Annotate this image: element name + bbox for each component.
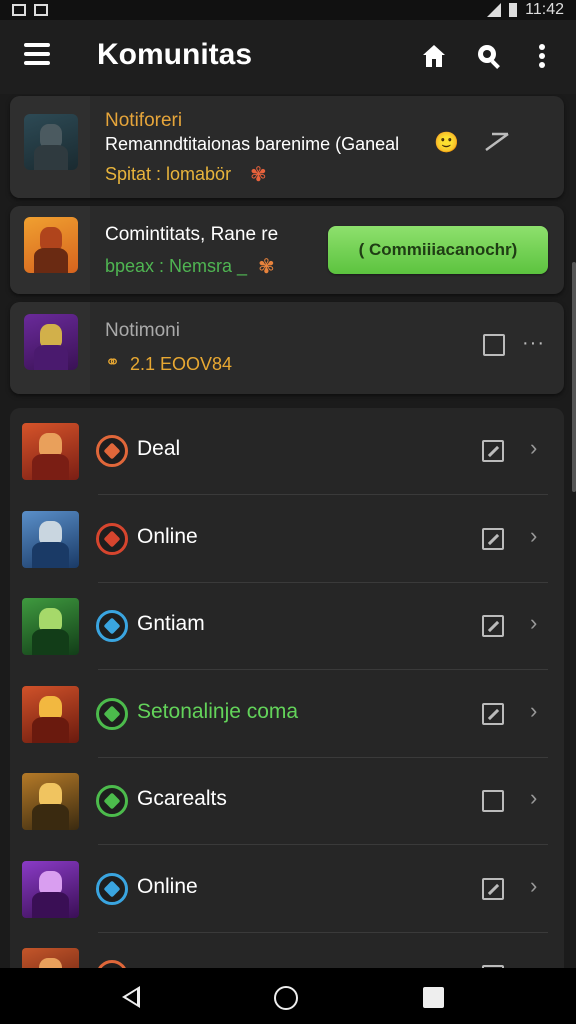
join-community-button[interactable]: ( Commiiiacanochr) <box>328 226 548 274</box>
signal-icon <box>487 3 502 17</box>
edit-checkbox[interactable] <box>482 877 504 900</box>
card-description: Remanndtitaionas barenime (Ganeal <box>105 134 400 154</box>
game-badge-icon <box>96 522 128 555</box>
page-title: Komunitas <box>97 38 253 71</box>
home-button[interactable] <box>274 986 298 1010</box>
list-item[interactable]: Online › <box>10 496 564 583</box>
edit-checkbox[interactable] <box>482 615 504 637</box>
game-thumbnail <box>24 314 78 370</box>
list-item[interactable]: Deal › <box>10 408 564 495</box>
game-thumbnail <box>22 598 79 655</box>
expand-icon[interactable] <box>482 130 512 159</box>
game-list: Deal › Online › Gntiam › Setonalinje coma › Gcar… <box>10 408 564 968</box>
card-heading: Comintitats, Rane re <box>105 224 279 245</box>
game-thumbnail <box>22 948 79 968</box>
notification-card[interactable]: Notiforeri Remanndtitaionas barenime (Ga… <box>10 96 564 198</box>
list-item[interactable]: Online › <box>10 846 564 933</box>
list-item-label: Gcarealts <box>137 787 227 810</box>
flame-icon: ✾ <box>250 164 267 186</box>
card-heading: Notiforeri <box>105 110 183 131</box>
card-status: Spitat : lomabör <box>105 164 232 184</box>
game-thumbnail <box>22 510 79 568</box>
edit-checkbox[interactable] <box>482 702 504 725</box>
game-thumbnail <box>22 773 79 830</box>
notification-card[interactable]: Notimoni ⚭ 2.1 EOOV84 ··· <box>10 302 564 394</box>
flame-icon: ✾ <box>258 256 275 278</box>
game-badge-icon <box>96 610 128 642</box>
chevron-right-icon[interactable]: › <box>530 698 537 724</box>
status-time: 11:42 <box>525 1 564 18</box>
card-status: bpeax : Nemsra _ <box>105 256 248 276</box>
game-badge-icon <box>96 785 128 817</box>
game-thumbnail <box>24 114 78 170</box>
game-thumbnail <box>22 860 79 918</box>
list-item[interactable]: Gcarealts › <box>10 758 564 845</box>
more-icon[interactable]: ··· <box>522 332 545 355</box>
list-item-label: Gntiam <box>137 612 205 635</box>
list-item-label: Online <box>137 874 198 898</box>
game-badge-icon <box>96 872 128 905</box>
game-thumbnail <box>22 423 79 480</box>
list-item[interactable]: Gntiam › <box>10 583 564 670</box>
game-badge-icon <box>96 697 128 730</box>
chevron-right-icon[interactable]: › <box>530 523 537 549</box>
chevron-right-icon[interactable]: › <box>530 873 537 899</box>
battery-icon <box>509 3 518 17</box>
edit-checkbox[interactable] <box>482 440 504 462</box>
notification-icon <box>34 4 48 16</box>
clock-icon: ⚭ <box>105 352 121 372</box>
chevron-right-icon[interactable]: › <box>530 785 537 811</box>
list-item-label: Deal <box>137 437 181 460</box>
status-bar: 11:42 <box>0 0 576 20</box>
back-button[interactable] <box>122 986 140 1008</box>
list-item-label: Online <box>137 524 198 548</box>
game-badge-icon <box>96 435 128 467</box>
search-icon[interactable] <box>475 42 503 70</box>
edit-checkbox[interactable] <box>482 790 504 812</box>
card-value: 2.1 EOOV84 <box>130 354 233 374</box>
chevron-right-icon[interactable]: › <box>530 435 537 461</box>
community-card[interactable]: Comintitats, Rane re bpeax : Nemsra _ ✾ … <box>10 206 564 294</box>
content-area: Notiforeri Remanndtitaionas barenime (Ga… <box>0 94 576 968</box>
home-icon[interactable] <box>420 42 448 70</box>
chevron-right-icon[interactable]: › <box>530 610 537 636</box>
list-item[interactable]: Setonalinje coma › <box>10 671 564 758</box>
notification-icon <box>12 4 26 16</box>
edit-checkbox[interactable] <box>482 527 504 550</box>
list-item[interactable]: › <box>10 933 564 968</box>
scrollbar[interactable] <box>572 262 576 492</box>
smiley-icon: 🙂 <box>434 132 459 154</box>
menu-icon[interactable] <box>24 43 50 65</box>
game-thumbnail <box>24 217 78 273</box>
list-item-label: Setonalinje coma <box>137 699 299 723</box>
navigation-bar <box>0 968 576 1024</box>
game-thumbnail <box>22 685 79 743</box>
chevron-right-icon[interactable]: › <box>530 960 537 968</box>
game-badge-icon <box>96 960 128 968</box>
card-heading: Notimoni <box>105 320 180 341</box>
app-bar: Komunitas <box>0 20 576 94</box>
checkbox[interactable] <box>483 334 505 356</box>
recent-apps-button[interactable] <box>423 987 444 1008</box>
more-options-icon[interactable] <box>528 42 556 70</box>
